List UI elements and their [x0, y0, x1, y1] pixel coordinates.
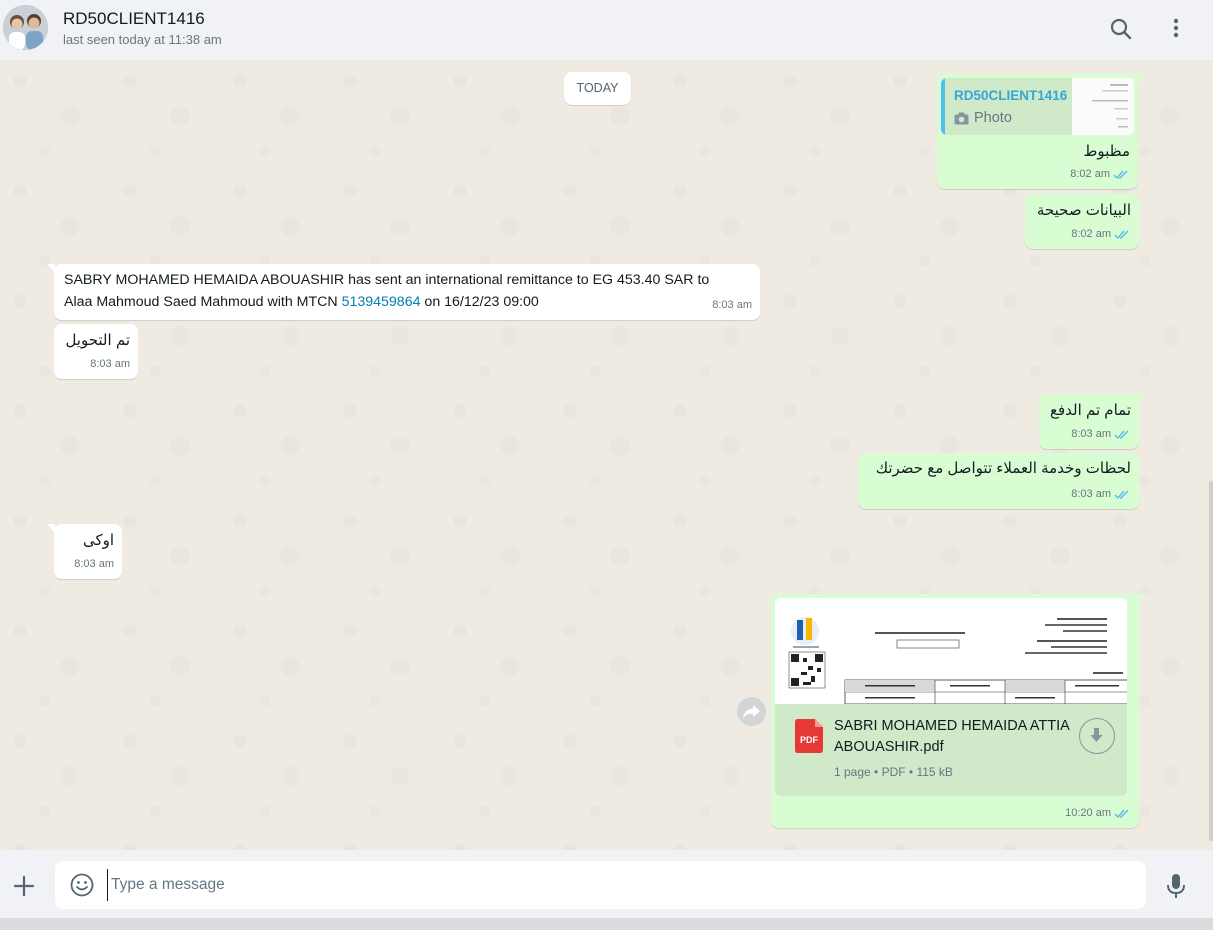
- forward-icon: [743, 705, 760, 719]
- chat-header: RD50CLIENT1416 last seen today at 11:38 …: [0, 0, 1213, 61]
- document-file-info: 1 page • PDF • 115 kB: [834, 765, 953, 779]
- quote-type: Photo: [954, 108, 1012, 128]
- message-time: 8:03 am: [712, 299, 752, 311]
- message-bubble-outgoing[interactable]: لحظات وخدمة العملاء تتواصل مع حضرتك 8:03…: [858, 453, 1139, 509]
- contact-name[interactable]: RD50CLIENT1416: [63, 9, 205, 29]
- double-check-read-icon: [1114, 809, 1129, 818]
- message-text: اوكى: [82, 532, 114, 549]
- plus-icon: [13, 875, 35, 897]
- document-preview[interactable]: [775, 598, 1127, 704]
- double-check-read-icon: [1114, 230, 1129, 239]
- double-check-read-icon: [1114, 490, 1129, 499]
- message-time: 8:03 am: [74, 558, 114, 570]
- document-file-name: SABRI MOHAMED HEMAIDA ATTIA ABOUASHIR.pd…: [834, 718, 1069, 755]
- pdf-badge-label: PDF: [800, 735, 819, 745]
- message-meta: 8:03 am: [74, 554, 114, 574]
- message-bubble-incoming[interactable]: اوكى 8:03 am: [47, 524, 122, 579]
- date-divider: TODAY: [564, 72, 631, 105]
- message-text: تم التحويل: [65, 332, 130, 349]
- pdf-file-icon: PDF: [795, 719, 823, 753]
- quote-type-label: Photo: [974, 110, 1012, 126]
- quote-thumbnail: [1072, 78, 1134, 135]
- message-input[interactable]: [107, 869, 1127, 901]
- message-meta: 10:20 am: [1065, 803, 1131, 823]
- download-icon: [1090, 728, 1103, 742]
- scrollbar[interactable]: [1209, 481, 1213, 841]
- emoji-icon: [70, 873, 94, 897]
- message-text-prefix: Alaa Mahmoud Saed Mahmoud with MTCN: [64, 294, 342, 310]
- message-text: تمام تم الدفع: [1050, 402, 1131, 419]
- message-meta: 8:02 am: [1071, 224, 1131, 244]
- last-seen-status: last seen today at 11:38 am: [63, 32, 222, 47]
- message-meta: 8:02 am: [1070, 164, 1130, 184]
- voice-message-button[interactable]: [1163, 872, 1189, 900]
- forward-button[interactable]: [737, 697, 766, 726]
- message-time: 10:20 am: [1065, 807, 1111, 819]
- double-check-read-icon: [1113, 170, 1128, 179]
- message-text-suffix: on 16/12/23 09:00: [420, 294, 539, 310]
- message-bubble-outgoing[interactable]: تمام تم الدفع 8:03 am: [1039, 394, 1146, 449]
- emoji-button[interactable]: [69, 872, 95, 898]
- microphone-icon: [1167, 874, 1185, 898]
- quoted-message[interactable]: RD50CLIENT1416 Photo: [941, 78, 1134, 135]
- message-bubble-incoming[interactable]: SABRY MOHAMED HEMAIDA ABOUASHIR has sent…: [47, 264, 760, 320]
- camera-icon: [954, 112, 969, 124]
- message-time: 8:02 am: [1070, 168, 1110, 180]
- message-text-line-1: SABRY MOHAMED HEMAIDA ABOUASHIR has sent…: [64, 272, 710, 288]
- message-bubble-incoming[interactable]: تم التحويل 8:03 am: [54, 324, 138, 379]
- contact-avatar[interactable]: [3, 5, 48, 50]
- message-meta: 8:03 am: [1071, 424, 1131, 444]
- message-list[interactable]: TODAY RD50CLIENT1416 Photo مظبوط 8:02 am…: [0, 61, 1213, 850]
- document-row[interactable]: PDF SABRI MOHAMED HEMAIDA ATTIA ABOUASHI…: [775, 704, 1127, 796]
- download-button[interactable]: [1079, 718, 1115, 754]
- message-text: البيانات صحيحة: [1036, 202, 1131, 219]
- message-text: لحظات وخدمة العملاء تتواصل مع حضرتك: [875, 460, 1131, 477]
- message-bubble-outgoing[interactable]: البيانات صحيحة 8:02 am: [1025, 194, 1139, 249]
- message-text-line-2: Alaa Mahmoud Saed Mahmoud with MTCN 5139…: [64, 292, 539, 312]
- message-time: 8:03 am: [1071, 428, 1111, 440]
- message-bubble-document[interactable]: PDF SABRI MOHAMED HEMAIDA ATTIA ABOUASHI…: [771, 594, 1146, 828]
- message-meta: 8:03 am: [90, 354, 130, 374]
- message-time: 8:02 am: [1071, 228, 1111, 240]
- message-composer: [0, 850, 1213, 918]
- message-time: 8:03 am: [1071, 488, 1111, 500]
- message-time: 8:03 am: [90, 358, 130, 370]
- attach-button[interactable]: [12, 874, 36, 898]
- message-input-box[interactable]: [55, 861, 1146, 909]
- quote-accent-bar: [941, 78, 945, 135]
- search-icon[interactable]: [1108, 16, 1134, 42]
- quote-author: RD50CLIENT1416: [954, 88, 1068, 103]
- double-check-read-icon: [1114, 430, 1129, 439]
- window-bottom-strip: [0, 918, 1213, 930]
- message-bubble-outgoing[interactable]: RD50CLIENT1416 Photo مظبوط 8:02 am: [937, 74, 1145, 189]
- message-meta: 8:03 am: [712, 295, 752, 315]
- kebab-menu-icon[interactable]: [1165, 16, 1187, 42]
- message-text: مظبوط: [1083, 143, 1131, 160]
- message-meta: 8:03 am: [1071, 484, 1131, 504]
- mtcn-link[interactable]: 5139459864: [342, 294, 421, 310]
